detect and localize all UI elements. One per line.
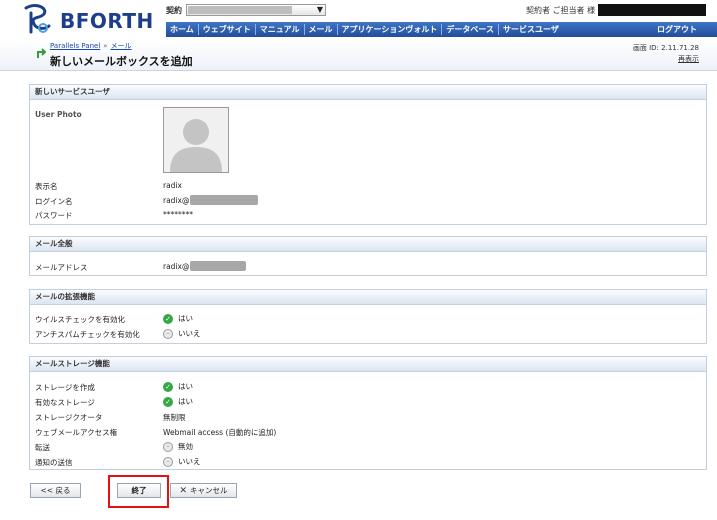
display-name-label: 表示名 [35, 182, 58, 191]
section-title: メールストレージ機能 [30, 357, 706, 372]
breadcrumb-mail[interactable]: メール [111, 42, 132, 50]
login-label: ログイン名 [35, 197, 73, 206]
finish-button[interactable]: 終了 [117, 483, 161, 498]
notify-label: 通知の送信 [35, 458, 73, 467]
notify-text: いいえ [178, 457, 201, 466]
check-icon: ✓ [163, 381, 173, 392]
nav-home[interactable]: ホーム [166, 24, 199, 35]
logo-icon [24, 4, 51, 34]
webmail-access-label: ウェブメールアクセス権 [35, 428, 118, 437]
create-storage-value: ✓ はい [163, 381, 193, 392]
user-name-redacted [598, 4, 707, 16]
check-icon: ✓ [163, 396, 173, 407]
display-name-value: radix [163, 181, 182, 190]
webmail-access-text: Webmail access (自動的に追加) [163, 428, 277, 437]
logo-text: BFORTH [60, 9, 154, 33]
disabled-icon: – [163, 441, 173, 452]
login-domain-redacted [190, 195, 259, 205]
main-nav: ホーム ウェブサイト マニュアル メール アプリケーションヴォルト データベース… [166, 22, 717, 37]
contract-selector: 契約 ▼ [166, 3, 326, 17]
enabled-storage-label: 有効なストレージ [35, 398, 95, 407]
logout-link[interactable]: ログアウト [657, 24, 697, 35]
section-mail-storage: メールストレージ機能 ストレージを作成 ✓ はい 有効なストレージ ✓ はい ストレ… [29, 356, 707, 470]
password-label: パスワード [35, 211, 73, 220]
contract-select[interactable]: ▼ [186, 4, 326, 16]
password-text: ******** [163, 210, 193, 219]
display-name-text: radix [163, 181, 182, 190]
contract-label: 契約 [166, 5, 182, 15]
chevron-down-icon: ▼ [316, 5, 323, 14]
storage-quota-text: 無制限 [163, 413, 186, 422]
storage-quota-value: 無制限 [163, 412, 186, 423]
user-photo[interactable] [163, 107, 229, 173]
mail-address-text: radix@ [163, 261, 190, 271]
virus-check-label: ウイルスチェックを有効化 [35, 315, 125, 324]
breadcrumb-separator: » [103, 42, 108, 50]
check-icon: ✓ [163, 313, 173, 324]
section-service-user: 新しいサービスユーザ User Photo 表示名 radix ログイン名 ra… [29, 84, 707, 225]
section-mail-general: メール全般 メールアドレス radix@ [29, 236, 707, 276]
breadcrumb-parallels-panel[interactable]: Parallels Panel [50, 42, 100, 50]
back-button[interactable]: << 戻る [30, 483, 81, 498]
title-area: Parallels Panel» メール 新しいメールボックスを追加 画面 ID:… [0, 38, 717, 71]
create-storage-text: はい [178, 382, 193, 391]
section-title: メール全般 [30, 237, 706, 252]
user-photo-label: User Photo [35, 110, 82, 119]
login-text: radix@ [163, 195, 190, 205]
page-title: 新しいメールボックスを追加 [50, 55, 193, 68]
mail-domain-redacted [190, 261, 247, 271]
password-value: ******** [163, 210, 193, 219]
antispam-value: – いいえ [163, 328, 201, 339]
logo[interactable]: BFORTH [22, 4, 172, 34]
cancel-button[interactable]: ✕ キャンセル [170, 483, 237, 498]
reload-link[interactable]: 再表示 [678, 54, 699, 64]
up-level-icon[interactable] [36, 47, 46, 59]
antispam-label: アンチスパムチェックを有効化 [35, 330, 140, 339]
nav-website[interactable]: ウェブサイト [199, 24, 256, 35]
section-title: 新しいサービスユーザ [30, 85, 706, 100]
enabled-storage-text: はい [178, 397, 193, 406]
contract-redacted [188, 6, 292, 14]
webmail-access-value: Webmail access (自動的に追加) [163, 427, 276, 438]
breadcrumb: Parallels Panel» メール [50, 41, 132, 51]
disabled-icon: – [163, 328, 173, 339]
nav-app-vault[interactable]: アプリケーションヴォルト [338, 24, 443, 35]
mail-address-label: メールアドレス [35, 263, 88, 272]
nav-service-users[interactable]: サービスユーザ [499, 24, 563, 35]
nav-database[interactable]: データベース [442, 24, 499, 35]
nav-manual[interactable]: マニュアル [256, 24, 305, 35]
screen-id: 画面 ID: 2.11.71.28 [632, 44, 699, 52]
login-value: radix@ [163, 195, 259, 205]
virus-check-text: はい [178, 314, 193, 323]
antispam-text: いいえ [178, 329, 201, 338]
enabled-storage-value: ✓ はい [163, 396, 193, 407]
nav-mail[interactable]: メール [305, 24, 338, 35]
create-storage-label: ストレージを作成 [35, 383, 95, 392]
section-mail-extensions: メールの拡張機能 ウイルスチェックを有効化 ✓ はい アンチスパムチェックを有効化… [29, 289, 707, 344]
section-title: メールの拡張機能 [30, 290, 706, 305]
forward-label: 転送 [35, 443, 50, 452]
avatar-placeholder-icon [164, 108, 228, 172]
notify-value: – いいえ [163, 456, 201, 467]
cancel-button-label: キャンセル [190, 486, 228, 495]
forward-text: 無効 [178, 442, 193, 451]
mail-address-value: radix@ [163, 261, 247, 271]
user-label: 契約者 ご担当者 様 [526, 5, 596, 15]
close-icon: ✕ [179, 485, 188, 496]
header: BFORTH 契約 ▼ 契約者 ご担当者 様 ホーム ウェブサイト マニュアル … [0, 0, 717, 38]
storage-quota-label: ストレージクオータ [35, 413, 103, 422]
user-info: 契約者 ご担当者 様 [526, 3, 707, 17]
virus-check-value: ✓ はい [163, 313, 193, 324]
forward-value: – 無効 [163, 441, 193, 452]
disabled-icon: – [163, 456, 173, 467]
